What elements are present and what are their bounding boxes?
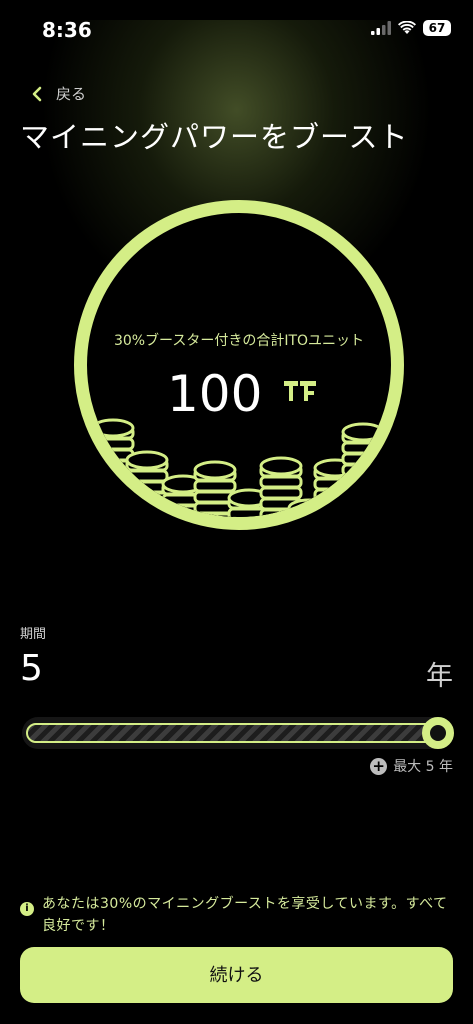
status-time: 8:36 [42,18,92,42]
page-title: マイニングパワーをブースト [20,120,409,154]
period-unit: 年 [426,661,453,692]
period-value: 5 [20,648,43,689]
plus-icon: + [370,757,388,775]
boost-total-label: 30%ブースター付きの合計ITOユニット [113,333,365,349]
slider-track [26,723,446,743]
notice-text: あなたは30%のマイニングブーストを享受しています。すべて良好です！ [42,896,448,934]
battery-indicator: 67 [423,20,451,36]
signal-icon [371,21,391,35]
boost-ring: 30%ブースター付きの合計ITOユニット 100 [74,200,404,530]
back-label: 戻る [56,85,87,103]
period-slider[interactable] [22,717,454,749]
info-icon: i [20,902,34,916]
status-icons: 67 [371,20,451,36]
wifi-icon [398,21,416,34]
period-label: 期間 [20,627,47,642]
status-bar: 8:36 67 [0,0,473,58]
slider-thumb[interactable] [422,717,454,749]
max-period-label: 最大 5 年 [393,759,453,775]
back-button[interactable]: 戻る [32,83,86,104]
continue-button[interactable]: 続ける [20,947,453,1003]
chevron-left-icon [32,86,42,101]
coin-stacks-illustration [91,418,385,517]
boost-notice: i あなたは30%のマイニングブーストを享受しています。すべて良好です！ [20,893,452,937]
max-period-button[interactable]: + 最大 5 年 [370,756,453,776]
